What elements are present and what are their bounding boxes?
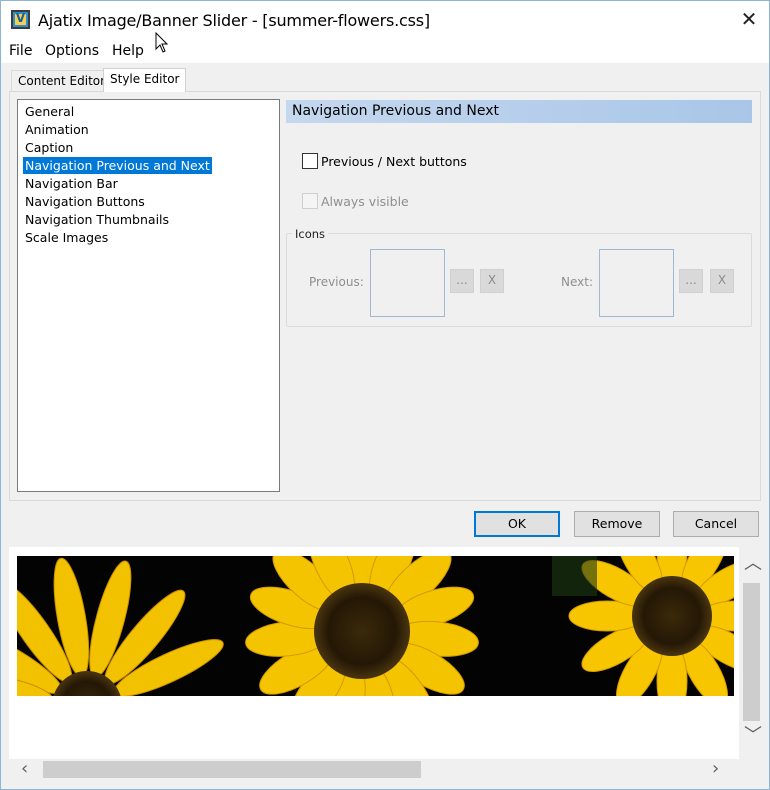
mouse-cursor-icon	[155, 32, 169, 53]
close-button[interactable]: ✕	[729, 5, 769, 35]
scroll-up-icon[interactable]: ︿	[744, 555, 762, 573]
scroll-corner	[741, 759, 762, 780]
list-item-scale-images[interactable]: Scale Images	[23, 229, 110, 246]
title-bar: Ajatix Image/Banner Slider - [summer-flo…	[1, 1, 769, 39]
list-item-navigation-prev-next[interactable]: Navigation Previous and Next	[23, 157, 212, 174]
section-header: Navigation Previous and Next	[286, 100, 752, 123]
style-category-list[interactable]: General Animation Caption Navigation Pre…	[17, 99, 280, 492]
remove-button[interactable]: Remove	[574, 511, 660, 537]
horizontal-scrollbar[interactable]: ‹ ›	[9, 759, 739, 780]
ok-button[interactable]: OK	[474, 511, 560, 537]
menu-help[interactable]: Help	[112, 43, 144, 59]
prev-next-label: Previous / Next buttons	[321, 154, 467, 169]
scroll-down-icon[interactable]: ﹀	[744, 727, 762, 745]
next-clear-button[interactable]: X	[710, 269, 734, 293]
next-icon-label: Next:	[561, 275, 593, 289]
previous-browse-button[interactable]: ...	[450, 269, 474, 293]
horizontal-scroll-thumb[interactable]	[43, 761, 421, 778]
sunflowers-banner-image	[17, 556, 734, 696]
previous-icon-preview[interactable]	[370, 249, 445, 317]
always-visible-label: Always visible	[321, 194, 409, 209]
menu-bar: File Options Help	[1, 39, 769, 63]
menu-file[interactable]: File	[9, 43, 32, 59]
menu-options[interactable]: Options	[45, 43, 99, 59]
list-item-navigation-bar[interactable]: Navigation Bar	[23, 175, 120, 192]
vertical-scrollbar[interactable]: ︿ ﹀	[741, 547, 762, 759]
previous-icon-label: Previous:	[309, 275, 364, 289]
next-browse-button[interactable]: ...	[679, 269, 703, 293]
always-visible-checkbox[interactable]	[302, 193, 318, 209]
prev-next-checkbox[interactable]	[302, 153, 318, 169]
vertical-scroll-thumb[interactable]	[743, 583, 760, 721]
tab-style-editor[interactable]: Style Editor	[103, 68, 187, 92]
list-item-caption[interactable]: Caption	[23, 139, 75, 156]
tab-content-editor[interactable]: Content Editor	[11, 70, 113, 92]
next-icon-preview[interactable]	[599, 249, 674, 317]
icons-group-label: Icons	[292, 227, 329, 241]
previous-clear-button[interactable]: X	[480, 269, 504, 293]
list-item-navigation-thumbnails[interactable]: Navigation Thumbnails	[23, 211, 171, 228]
app-window: Ajatix Image/Banner Slider - [summer-flo…	[0, 0, 770, 790]
list-item-navigation-buttons[interactable]: Navigation Buttons	[23, 193, 147, 210]
app-logo-icon	[11, 10, 30, 29]
list-item-general[interactable]: General	[23, 103, 76, 120]
list-item-animation[interactable]: Animation	[23, 121, 91, 138]
scroll-left-icon[interactable]: ‹	[21, 760, 28, 778]
cancel-button[interactable]: Cancel	[673, 511, 759, 537]
scroll-right-icon[interactable]: ›	[712, 760, 719, 778]
window-title: Ajatix Image/Banner Slider - [summer-flo…	[38, 11, 430, 30]
